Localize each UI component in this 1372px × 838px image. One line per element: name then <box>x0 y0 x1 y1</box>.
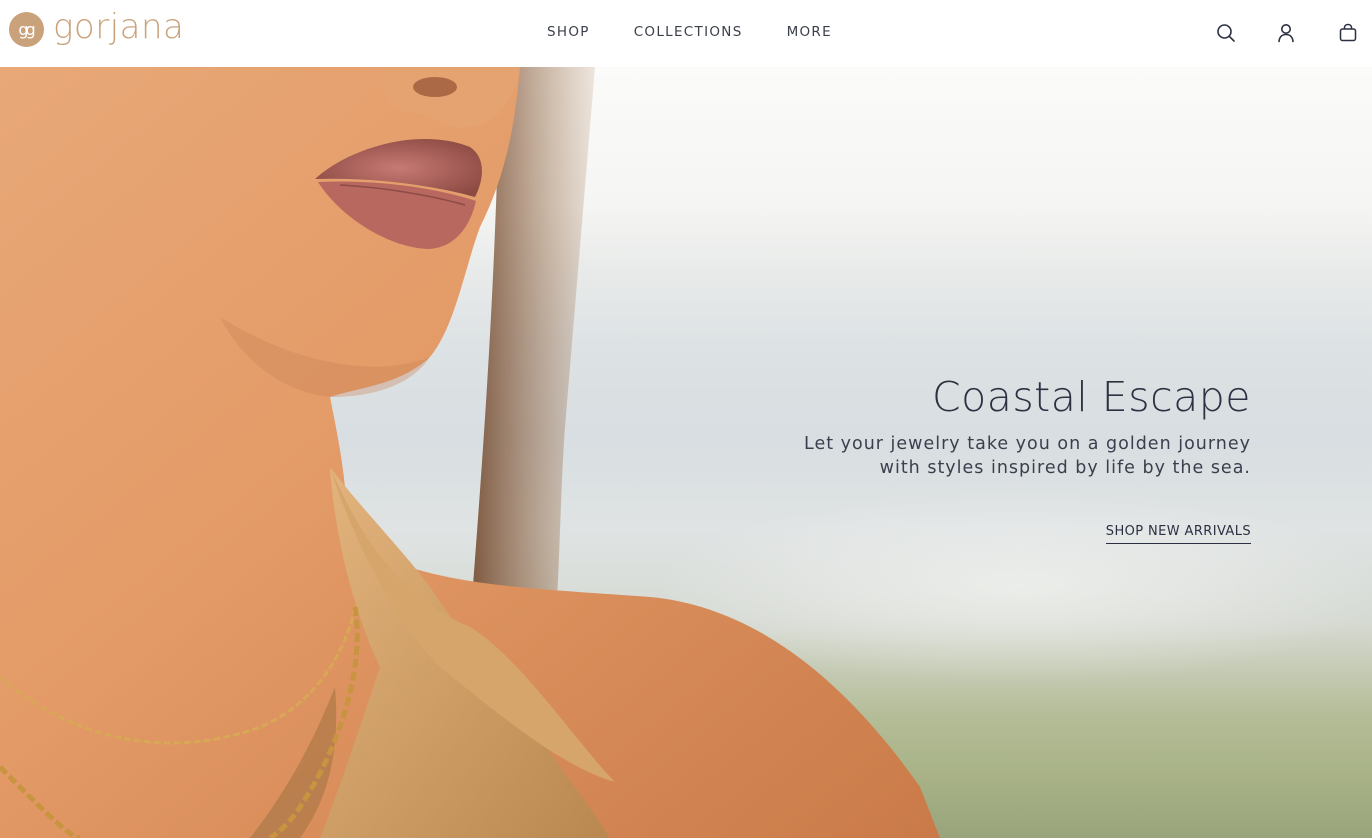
hero-subtitle: Let your jewelry take you on a golden jo… <box>804 432 1251 480</box>
bag-icon[interactable] <box>1337 22 1359 44</box>
main-nav: SHOP COLLECTIONS MORE <box>547 24 832 40</box>
nav-shop[interactable]: SHOP <box>547 24 590 40</box>
hero-subtitle-line-1: Let your jewelry take you on a golden jo… <box>804 434 1251 454</box>
nav-more[interactable]: MORE <box>787 24 832 40</box>
search-icon[interactable] <box>1215 22 1237 44</box>
nav-collections[interactable]: COLLECTIONS <box>634 24 743 40</box>
shop-new-arrivals-link[interactable]: SHOP NEW ARRIVALS <box>1105 524 1251 544</box>
hero-subtitle-line-2: with styles inspired by life by the sea. <box>879 458 1251 478</box>
brand-logo[interactable]: gg gorjana <box>9 6 185 47</box>
brand-logo-text: gorjana <box>53 6 185 47</box>
hero-title: Coastal Escape <box>931 373 1251 421</box>
brand-logo-mark: gg <box>9 12 44 47</box>
hero-copy: Coastal Escape Let your jewelry take you… <box>804 372 1251 544</box>
hero-banner: Coastal Escape Let your jewelry take you… <box>0 67 1372 838</box>
account-icon[interactable] <box>1275 22 1297 44</box>
site-header: gg gorjana SHOP COLLECTIONS MORE <box>0 0 1372 67</box>
